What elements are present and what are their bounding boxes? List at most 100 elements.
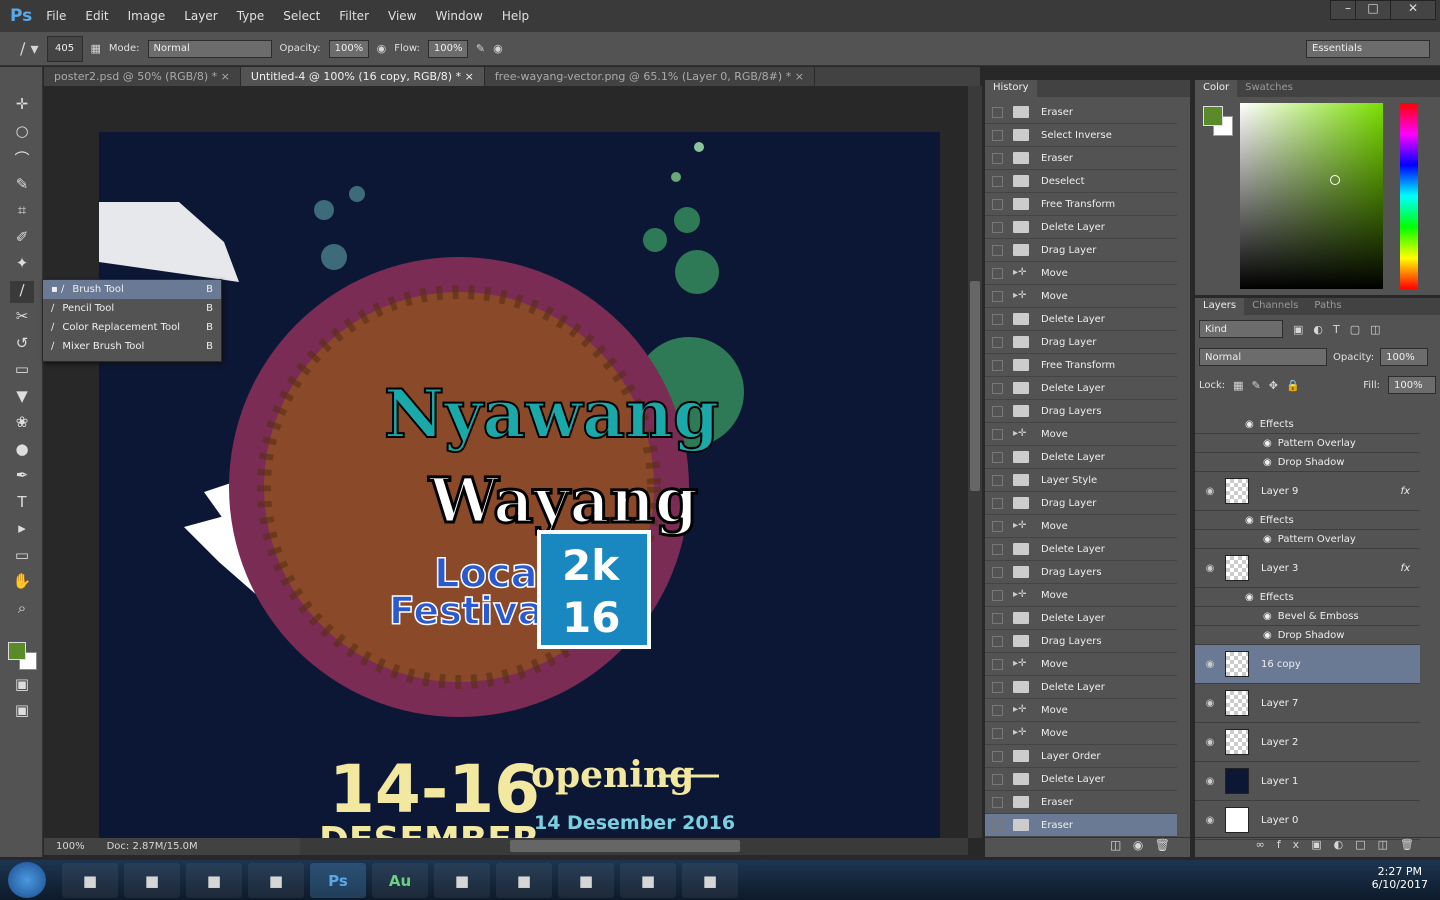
brush-preset-icon[interactable]: ∕ ▾ (20, 39, 39, 58)
taskbar-media-icon[interactable]: ■ (62, 863, 118, 898)
lasso-tool-icon[interactable]: ⌒ (10, 148, 34, 170)
layer-row[interactable]: ◉ Layer 0 (1195, 801, 1420, 840)
history-item[interactable]: Free Transform (985, 354, 1177, 377)
history-item[interactable]: Drag Layers (985, 561, 1177, 584)
filter-smart-icon[interactable]: ◫ (1370, 323, 1380, 336)
history-item[interactable]: Drag Layer (985, 492, 1177, 515)
history-state-checkbox[interactable] (992, 267, 1003, 279)
history-state-checkbox[interactable] (992, 681, 1003, 693)
taskbar-runner-icon[interactable]: ■ (124, 863, 180, 898)
visibility-eye-icon[interactable]: ◉ (1203, 563, 1217, 574)
effect-eye-icon[interactable]: ◉ (1245, 515, 1254, 526)
filter-adjustment-icon[interactable]: ◐ (1313, 323, 1323, 336)
visibility-eye-icon[interactable]: ◉ (1203, 815, 1217, 826)
history-item[interactable]: ▸✛ Move (985, 262, 1177, 285)
type-tool-icon[interactable]: T (10, 493, 34, 515)
layer-effect-row[interactable]: ◉ Effects (1195, 511, 1420, 530)
brush-panel-icon[interactable]: ▦ (91, 42, 101, 55)
history-item[interactable]: Delete Layer (985, 446, 1177, 469)
mask-icon[interactable]: ▣ (1311, 838, 1333, 851)
lock-position-icon[interactable]: ✥ (1269, 379, 1278, 392)
zoom-tool-icon[interactable]: ⌕ (10, 599, 34, 621)
history-state-checkbox[interactable] (992, 497, 1003, 509)
effect-eye-icon[interactable]: ◉ (1245, 592, 1254, 603)
layer-row[interactable]: ◉ Layer 7 (1195, 684, 1420, 723)
menu-image[interactable]: Image (128, 9, 166, 23)
filter-shape-icon[interactable]: ▢ (1350, 323, 1360, 336)
lock-image-icon[interactable]: ✎ (1252, 379, 1261, 392)
history-item[interactable]: Drag Layer (985, 331, 1177, 354)
layer-row[interactable]: ◉ Layer 2 (1195, 723, 1420, 762)
taskbar-winrar-icon[interactable]: ■ (558, 863, 614, 898)
tab-channels[interactable]: Channels (1244, 298, 1306, 315)
menu-view[interactable]: View (388, 9, 416, 23)
history-state-checkbox[interactable] (992, 727, 1003, 739)
history-brush-tool-icon[interactable]: ↺ (10, 334, 34, 356)
mode-select[interactable]: Normal (147, 39, 272, 58)
pressure-opacity-icon[interactable]: ◉ (377, 42, 387, 55)
opacity-input[interactable]: 100% (328, 39, 369, 58)
menu-layer[interactable]: Layer (184, 9, 217, 23)
history-state-checkbox[interactable] (992, 474, 1003, 486)
hue-slider[interactable] (1400, 103, 1418, 289)
history-item[interactable]: Deselect (985, 170, 1177, 193)
history-state-checkbox[interactable] (992, 750, 1003, 762)
blur-tool-icon[interactable]: ❀ (10, 413, 34, 435)
path-select-tool-icon[interactable]: ▸ (10, 519, 34, 541)
new-document-icon[interactable]: ◫ (1110, 838, 1121, 852)
screen-mode-icon[interactable]: ▣ (10, 701, 34, 723)
history-state-checkbox[interactable] (992, 543, 1003, 555)
saturation-brightness-field[interactable] (1240, 103, 1383, 289)
adjustment-icon[interactable]: ◐ (1334, 838, 1356, 851)
effect-eye-icon[interactable]: ◉ (1263, 438, 1272, 449)
horizontal-scrollbar[interactable] (300, 838, 968, 855)
layer-effect-row[interactable]: ◉ Effects (1195, 415, 1420, 434)
dodge-tool-icon[interactable]: ● (10, 440, 34, 462)
history-state-checkbox[interactable] (992, 819, 1003, 831)
effect-eye-icon[interactable]: ◉ (1263, 630, 1272, 641)
history-item[interactable]: Delete Layer (985, 538, 1177, 561)
flyout-item-brush-tool[interactable]: ▪ ∕ Brush Tool B (43, 280, 221, 299)
document-tab[interactable]: free-wayang-vector.png @ 65.1% (Layer 0,… (485, 67, 815, 86)
document-canvas[interactable]: Nyawang Wayang Local Festival 2k 16 14-1… (99, 132, 940, 838)
history-state-checkbox[interactable] (992, 244, 1003, 256)
effect-eye-icon[interactable]: ◉ (1263, 534, 1272, 545)
menu-select[interactable]: Select (283, 9, 320, 23)
canvas-area[interactable]: Nyawang Wayang Local Festival 2k 16 14-1… (44, 86, 968, 838)
history-state-checkbox[interactable] (992, 451, 1003, 463)
menu-edit[interactable]: Edit (85, 9, 108, 23)
link-icon[interactable]: ∞ (1256, 838, 1277, 851)
flow-input[interactable]: 100% (427, 39, 468, 58)
paint-bucket-tool-icon[interactable]: ▼ (10, 387, 34, 409)
close-tab-icon[interactable]: × (791, 70, 804, 83)
zoom-level[interactable]: 100% (56, 841, 85, 852)
menu-type[interactable]: Type (237, 9, 265, 23)
blend-mode-select[interactable]: Normal (1199, 348, 1327, 366)
history-state-checkbox[interactable] (992, 612, 1003, 624)
history-item[interactable]: Delete Layer (985, 377, 1177, 400)
history-item[interactable]: Layer Order (985, 745, 1177, 768)
healing-tool-icon[interactable]: ✦ (10, 254, 34, 276)
history-item[interactable]: Delete Layer (985, 676, 1177, 699)
history-state-checkbox[interactable] (992, 773, 1003, 785)
history-state-checkbox[interactable] (992, 589, 1003, 601)
history-item[interactable]: Eraser (985, 814, 1177, 837)
tab-layers[interactable]: Layers (1195, 298, 1245, 315)
taskbar-chrome-icon[interactable]: ■ (434, 863, 490, 898)
history-state-checkbox[interactable] (992, 129, 1003, 141)
history-item[interactable]: ▸✛ Move (985, 285, 1177, 308)
document-tab[interactable]: poster2.psd @ 50% (RGB/8) * × (44, 67, 241, 86)
filter-pixel-icon[interactable]: ▣ (1293, 323, 1303, 336)
history-state-checkbox[interactable] (992, 175, 1003, 187)
layer-filter-select[interactable]: Kind (1199, 320, 1283, 338)
new-layer-icon[interactable]: ◫ (1378, 838, 1400, 851)
workspace-select[interactable]: Essentials (1306, 39, 1430, 58)
color-foreground[interactable] (1203, 106, 1223, 126)
quick-select-tool-icon[interactable]: ✎ (10, 175, 34, 197)
taskbar-explorer-icon[interactable]: ■ (496, 863, 552, 898)
history-item[interactable]: Select Inverse (985, 124, 1177, 147)
rectangle-tool-icon[interactable]: ▭ (10, 546, 34, 568)
clone-stamp-tool-icon[interactable]: ✂ (10, 307, 34, 329)
trash-icon[interactable]: 🗑 (1155, 838, 1170, 852)
delete-layer-icon[interactable]: 🗑 (1400, 838, 1426, 851)
